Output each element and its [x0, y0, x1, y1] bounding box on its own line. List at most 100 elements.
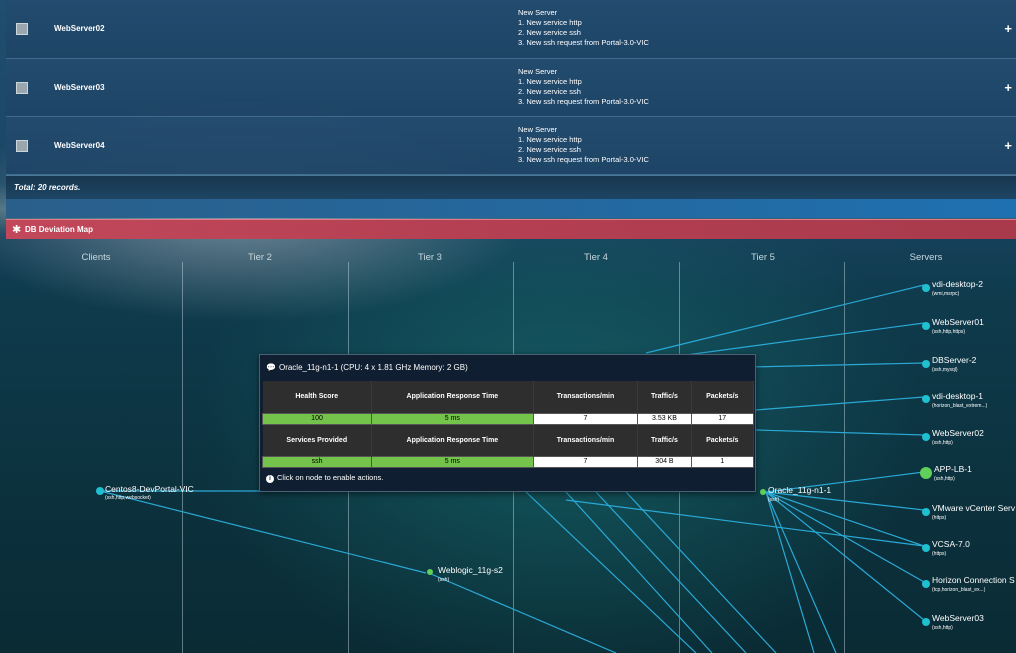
node-server[interactable] — [922, 284, 930, 292]
column-header: Traffic/s — [637, 424, 692, 456]
deviation-map-title: DB Deviation Map — [25, 225, 94, 234]
node-label: VMware vCenter Serv — [932, 503, 1016, 513]
node-services: (https) — [932, 551, 947, 557]
node-label: APP-LB-1 — [934, 464, 972, 474]
column-header: Transactions/min — [533, 381, 639, 413]
column-header: Packets/s — [691, 381, 755, 413]
change-line: New Server — [518, 125, 558, 134]
link-line — [99, 490, 427, 574]
change-line: 3. New ssh request from Portal-3.0-VIC — [518, 97, 649, 106]
node-server[interactable] — [922, 395, 930, 403]
records-table: WebServer02 New Server 1. New service ht… — [6, 0, 1016, 175]
change-line: 1. New service http — [518, 135, 582, 144]
link-line — [765, 491, 837, 653]
tooltip-metrics-table: Health Score Application Response Time T… — [261, 381, 755, 468]
column-header: Transactions/min — [533, 424, 639, 456]
node-label: WebServer03 — [932, 613, 984, 623]
link-line — [765, 491, 925, 621]
node-services: (ssh,http) — [934, 476, 955, 482]
node-services: (ssh,http,websocket) — [105, 495, 151, 501]
node-server[interactable] — [922, 580, 930, 588]
link-line — [685, 322, 925, 356]
node-server[interactable] — [922, 508, 930, 516]
tooltip-footer: i Click on node to enable actions. — [266, 473, 383, 483]
change-line: 3. New ssh request from Portal-3.0-VIC — [518, 155, 649, 164]
tooltip-header: 💬 Oracle_11g-n1-1 (CPU: 4 x 1.81 GHz Memo… — [266, 363, 468, 372]
node-label: Centos8-DevPortal-VIC — [105, 484, 194, 494]
link-line — [430, 573, 617, 653]
change-line: 2. New service ssh — [518, 87, 581, 96]
column-header: Traffic/s — [637, 381, 692, 413]
node-server[interactable] — [920, 467, 932, 479]
node-services: (tcp,horizon_blast_ex...) — [932, 587, 986, 593]
tooltip-footer-text: Click on node to enable actions. — [277, 473, 384, 482]
node-label: Horizon Connection S — [932, 575, 1015, 585]
node-services: (ssh,http) — [932, 440, 953, 446]
link-line — [765, 491, 815, 653]
node-weblogic[interactable] — [427, 569, 433, 575]
link-line — [765, 491, 925, 547]
section-divider — [6, 199, 1016, 218]
expand-plus-icon[interactable]: + — [1004, 21, 1012, 36]
expand-plus-icon[interactable]: + — [1004, 138, 1012, 153]
table-row[interactable]: WebServer04 New Server 1. New service ht… — [6, 117, 1016, 175]
node-server[interactable] — [922, 618, 930, 626]
total-records-bar: Total: 20 records. — [6, 175, 1016, 199]
table-row[interactable]: WebServer02 New Server 1. New service ht… — [6, 0, 1016, 59]
change-list: New Server 1. New service http 2. New se… — [518, 125, 649, 165]
link-line — [565, 499, 925, 547]
node-oracle[interactable] — [760, 489, 766, 495]
node-label: DBServer-2 — [932, 355, 977, 365]
node-services: (wmi,msrpc) — [932, 291, 960, 297]
info-icon: i — [266, 475, 274, 483]
change-line: 3. New ssh request from Portal-3.0-VIC — [518, 38, 649, 47]
node-server[interactable] — [922, 433, 930, 441]
table-cell: 7 — [532, 455, 639, 468]
change-line: 2. New service ssh — [518, 145, 581, 154]
node-services: (horizon_blast_extrem...) — [932, 403, 988, 409]
node-server[interactable] — [922, 544, 930, 552]
node-label: VCSA-7.0 — [932, 539, 970, 549]
column-header: Services Provided — [262, 424, 373, 456]
node-services: (ssh,http,https) — [932, 329, 966, 335]
column-header: Application Response Time — [371, 381, 534, 413]
change-line: New Server — [518, 8, 558, 17]
table-cell: 7 — [532, 412, 639, 425]
table-cell: 5 ms — [371, 412, 534, 425]
table-cell: 1 — [690, 455, 755, 468]
server-name: WebServer02 — [54, 24, 105, 33]
change-line: 2. New service ssh — [518, 28, 581, 37]
link-line — [765, 491, 925, 583]
row-checkbox[interactable] — [16, 82, 28, 94]
node-services: (https) — [932, 515, 947, 521]
comment-icon: 💬 — [266, 363, 276, 372]
table-cell: 17 — [690, 412, 755, 425]
node-client[interactable] — [96, 487, 104, 495]
server-name: WebServer04 — [54, 141, 105, 150]
table-cell: 3.53 KB — [637, 412, 692, 425]
change-line: 1. New service http — [518, 18, 582, 27]
change-list: New Server 1. New service http 2. New se… — [518, 8, 649, 48]
table-row[interactable]: WebServer03 New Server 1. New service ht… — [6, 59, 1016, 117]
node-server[interactable] — [922, 322, 930, 330]
link-line — [645, 284, 925, 354]
node-server[interactable] — [922, 360, 930, 368]
node-tooltip: 💬 Oracle_11g-n1-1 (CPU: 4 x 1.81 GHz Memo… — [259, 354, 756, 492]
link-line — [755, 396, 925, 411]
row-checkbox[interactable] — [16, 23, 28, 35]
server-name: WebServer03 — [54, 83, 105, 92]
row-checkbox[interactable] — [16, 140, 28, 152]
expand-plus-icon[interactable]: + — [1004, 80, 1012, 95]
node-label: vdi-desktop-1 — [932, 391, 984, 401]
change-line: New Server — [518, 67, 558, 76]
table-cell: 100 — [261, 412, 373, 425]
total-records-text: Total: 20 records. — [14, 183, 81, 192]
deviation-map-header[interactable]: ✱ DB Deviation Map — [6, 219, 1016, 239]
column-header: Packets/s — [691, 424, 755, 456]
node-label: WebServer02 — [932, 428, 984, 438]
asterisk-icon: ✱ — [12, 224, 22, 236]
link-line — [755, 429, 925, 436]
column-header: Application Response Time — [371, 424, 534, 456]
link-line — [625, 491, 777, 653]
change-list: New Server 1. New service http 2. New se… — [518, 67, 649, 107]
